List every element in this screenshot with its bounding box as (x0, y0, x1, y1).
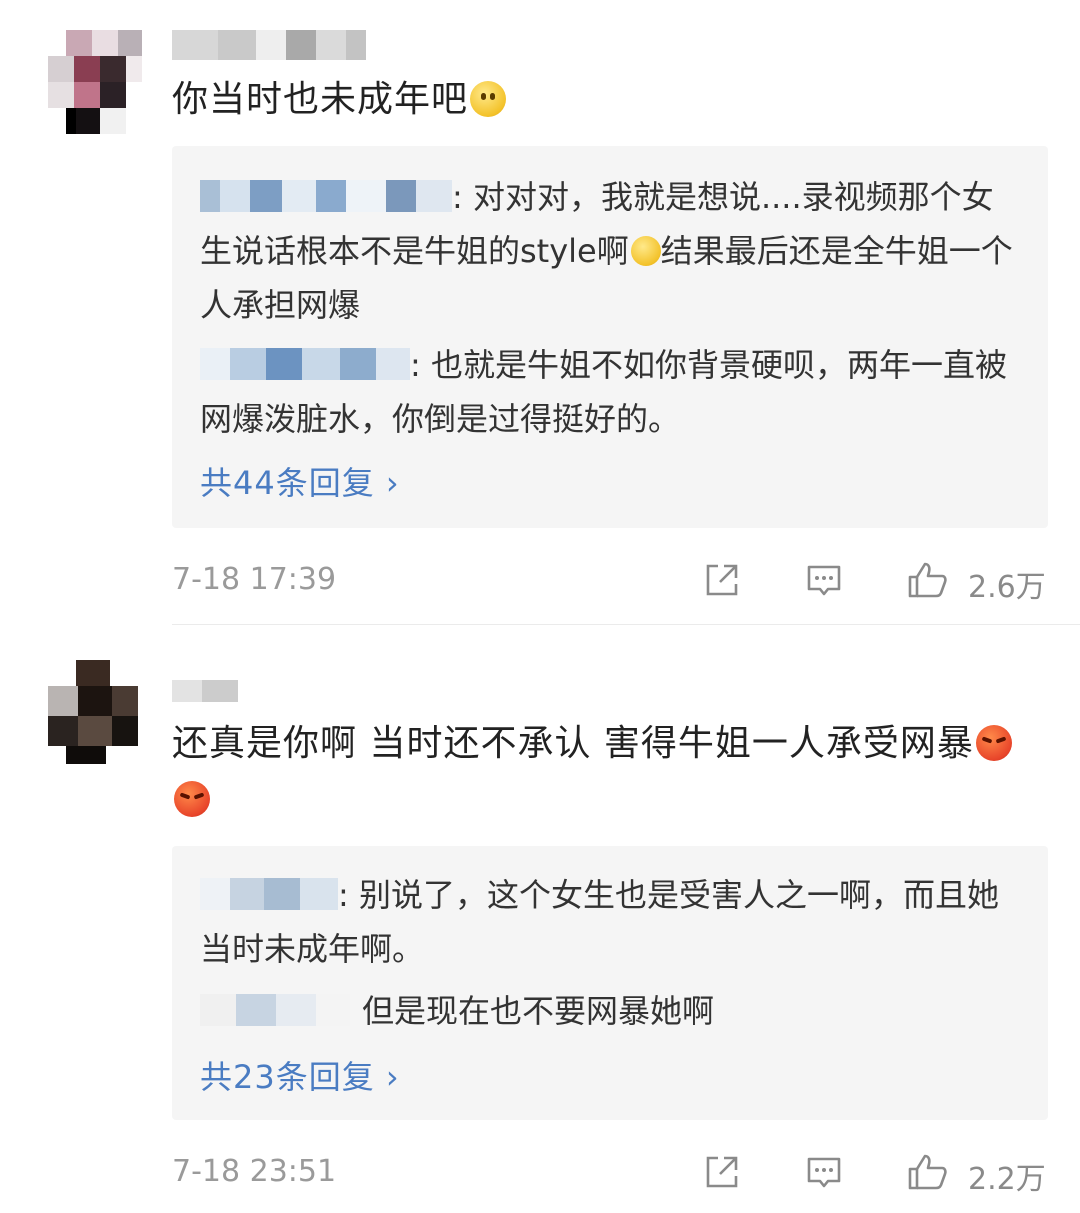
username-redacted[interactable] (172, 680, 242, 710)
avatar[interactable] (38, 30, 142, 134)
like-icon[interactable] (906, 560, 950, 600)
comment-body: 还真是你啊 当时还不承认 害得牛姐一人承受网暴 (172, 723, 974, 764)
timestamp: 7-18 17:39 (172, 562, 337, 597)
slight-smile-emoji-icon (470, 81, 507, 117)
avatar[interactable] (38, 660, 142, 764)
like-count: 2.2万 (968, 1162, 1046, 1197)
squint-emoji-icon (630, 236, 661, 266)
like-count: 2.6万 (968, 570, 1046, 605)
view-all-replies-link[interactable]: 共44条回复 › (200, 458, 400, 504)
comment-text: 还真是你啊 当时还不承认 害得牛姐一人承受网暴 (172, 716, 1042, 828)
comment-icon[interactable] (804, 560, 844, 600)
reply-username-redacted (200, 878, 338, 910)
reply[interactable]: : 别说了，这个女生也是受害人之一啊，而且她当时未成年啊。 (200, 868, 1020, 976)
timestamp: 7-18 23:51 (172, 1154, 337, 1189)
reply-username-redacted (200, 994, 350, 1026)
share-icon[interactable] (702, 560, 742, 600)
reply-text: 但是现在也不要网暴她啊 (362, 992, 715, 1030)
view-all-replies-link[interactable]: 共23条回复 › (200, 1052, 400, 1098)
like-icon[interactable] (906, 1152, 950, 1192)
comment-icon[interactable] (804, 1152, 844, 1192)
comment-meta: 7-18 23:51 2.2万 (172, 1148, 1048, 1197)
reply[interactable]: : 也就是牛姐不如你背景硬呗，两年一直被网爆泼脏水，你倒是过得挺好的。 (200, 338, 1020, 446)
username-redacted[interactable] (172, 30, 392, 60)
reply[interactable]: : 对对对，我就是想说....录视频那个女生说话根本不是牛姐的style啊 结果最… (200, 170, 1020, 332)
comment-body: 你当时也未成年吧 (172, 79, 469, 120)
divider (172, 624, 1080, 625)
comment: 你当时也未成年吧 : 对对对，我就是想说....录视频那个女生说话根本不是牛姐的… (0, 0, 1080, 625)
reply-username-redacted (200, 180, 452, 212)
angry-emoji-icon (174, 781, 210, 817)
reply-username-redacted (200, 348, 410, 380)
share-icon[interactable] (702, 1152, 742, 1192)
comment-text: 你当时也未成年吧 (172, 72, 1042, 128)
replies-panel: : 对对对，我就是想说....录视频那个女生说话根本不是牛姐的style啊 结果最… (172, 146, 1048, 528)
comment-meta: 7-18 17:39 2.6万 (172, 556, 1048, 605)
angry-emoji-icon (975, 725, 1012, 761)
replies-panel: : 别说了，这个女生也是受害人之一啊，而且她当时未成年啊。 但是现在也不要网暴她… (172, 846, 1048, 1120)
comment: 还真是你啊 当时还不承认 害得牛姐一人承受网暴 : 别说了，这个女生也是受害人之… (0, 640, 1080, 1213)
reply[interactable]: 但是现在也不要网暴她啊 (200, 984, 1020, 1038)
